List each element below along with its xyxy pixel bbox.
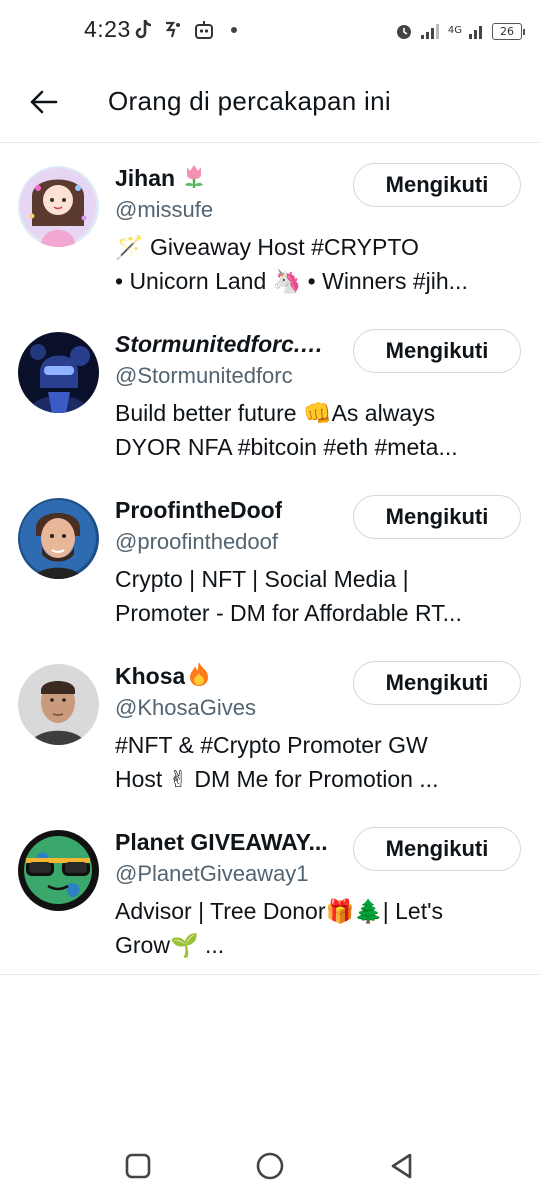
avatar[interactable]	[18, 830, 99, 911]
following-button[interactable]: Mengikuti	[353, 329, 521, 373]
battery-icon: 26	[492, 22, 525, 40]
avatar[interactable]	[18, 166, 99, 247]
display-name: Planet GIVEAWAY...	[115, 828, 328, 855]
bio: #NFT & #Crypto Promoter GW Host ✌ DM Me …	[115, 728, 523, 796]
signal-2-icon	[468, 22, 486, 40]
following-button[interactable]: Mengikuti	[353, 661, 521, 705]
square-icon	[125, 1153, 151, 1179]
status-notification-icons	[135, 16, 237, 44]
robot-icon	[193, 20, 215, 40]
fire-icon	[187, 661, 211, 692]
following-button[interactable]: Mengikuti	[353, 163, 521, 207]
system-back-button[interactable]	[382, 1146, 422, 1186]
person-row[interactable]: ProofintheDoof @proofinthedoof Crypto | …	[0, 476, 540, 642]
home-button[interactable]	[250, 1146, 290, 1186]
display-name: Jihan	[115, 164, 176, 191]
back-button[interactable]	[24, 82, 64, 122]
header: Orang di percakapan ini	[0, 62, 540, 143]
triangle-back-icon	[391, 1153, 412, 1179]
arrow-left-icon	[30, 90, 58, 114]
following-button[interactable]: Mengikuti	[353, 827, 521, 871]
bio: 🪄 Giveaway Host #CRYPTO • Unicorn Land 🦄…	[115, 230, 523, 298]
page-title: Orang di percakapan ini	[108, 86, 391, 116]
bio-line: Crypto | NFT | Social Media |	[115, 566, 409, 592]
bio-line: Build better future 👊As always	[115, 400, 436, 426]
name-row: Jihan	[115, 162, 347, 194]
bio: Build better future 👊As always DYOR NFA …	[115, 396, 523, 464]
tiktok-icon	[135, 19, 153, 41]
network-type-icon: 4G	[447, 25, 462, 36]
person-row[interactable]: Jihan @missufe 🪄 Giveaway Host #CRYPTO •…	[0, 144, 540, 310]
display-name: ProofintheDoof	[115, 496, 283, 523]
bio: Advisor | Tree Donor🎁🌲| Let's Grow🌱 ...	[115, 894, 523, 962]
avatar[interactable]	[18, 664, 99, 745]
tulip-icon	[181, 163, 207, 194]
avatar[interactable]	[18, 332, 99, 413]
display-name: Khosa	[115, 662, 186, 689]
status-system-icons: 4G 26	[394, 18, 525, 44]
bio-line: • Unicorn Land 🦄 • Winners #jih...	[115, 268, 468, 294]
recent-apps-button[interactable]	[118, 1146, 158, 1186]
name-row: Khosa	[115, 660, 347, 692]
name-row: Planet GIVEAWAY...	[115, 826, 347, 858]
system-nav-bar	[0, 1128, 540, 1200]
following-button[interactable]: Mengikuti	[353, 495, 521, 539]
app-notification-icon	[163, 20, 183, 40]
status-bar: 4:23 4G 26	[0, 0, 540, 62]
avatar[interactable]	[18, 498, 99, 579]
people-list: Jihan @missufe 🪄 Giveaway Host #CRYPTO •…	[0, 144, 540, 975]
name-row: Stormunitedforc.…	[115, 328, 347, 360]
bio-line: DYOR NFA #bitcoin #eth #meta...	[115, 434, 458, 460]
person-row[interactable]: Planet GIVEAWAY... @PlanetGiveaway1 Advi…	[0, 808, 540, 974]
bio-line: Host ✌ DM Me for Promotion ...	[115, 766, 439, 792]
bio-line: #NFT & #Crypto Promoter GW	[115, 732, 428, 758]
person-row[interactable]: Stormunitedforc.… @Stormunitedforc Build…	[0, 310, 540, 476]
bio-line: Promoter - DM for Affordable RT...	[115, 600, 462, 626]
more-notifications-dot	[231, 27, 237, 33]
display-name: Stormunitedforc.…	[115, 330, 324, 357]
circle-icon	[256, 1152, 284, 1180]
person-row[interactable]: Khosa @KhosaGives #NFT & #Crypto Promote…	[0, 642, 540, 808]
alarm-icon	[394, 21, 414, 41]
signal-icon	[420, 22, 442, 40]
bio-line: 🪄 Giveaway Host #CRYPTO	[115, 234, 419, 260]
bio-line: Grow🌱 ...	[115, 932, 225, 958]
name-row: ProofintheDoof	[115, 494, 347, 526]
status-time: 4:23	[84, 16, 131, 42]
bio: Crypto | NFT | Social Media | Promoter -…	[115, 562, 523, 630]
page: 4:23 4G 26 Orang di percakapan ini Jihan…	[0, 0, 540, 1200]
bio-line: Advisor | Tree Donor🎁🌲| Let's	[115, 898, 444, 924]
